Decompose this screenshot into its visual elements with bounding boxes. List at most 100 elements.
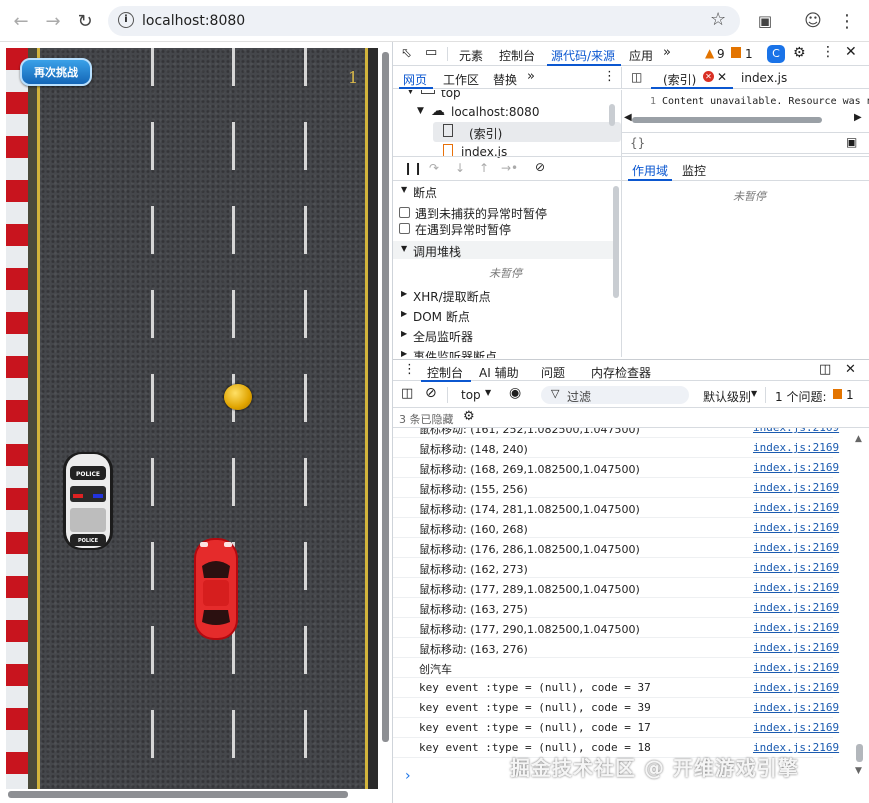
- step-icon[interactable]: →•: [501, 161, 518, 175]
- drawer-tab-issues[interactable]: 问题: [541, 364, 565, 381]
- chevron-down-icon[interactable]: ▼: [751, 389, 757, 398]
- pretty-print-icon[interactable]: {}: [630, 136, 645, 150]
- page-hscrollbar[interactable]: [8, 791, 348, 798]
- console-log-source-link[interactable]: index.js:2169: [753, 601, 839, 614]
- tab-page[interactable]: 网页: [403, 71, 427, 88]
- console-log-source-link[interactable]: index.js:2169: [753, 581, 839, 594]
- restart-button[interactable]: 再次挑战: [20, 58, 92, 86]
- console-log-source-link[interactable]: index.js:2169: [753, 661, 839, 674]
- drawer-tab-ai[interactable]: AI 辅助: [479, 364, 519, 381]
- page-scrollbar[interactable]: [382, 52, 389, 742]
- console-log-source-link[interactable]: index.js:2169: [753, 501, 839, 514]
- chevron-down-icon[interactable]: ▼: [485, 388, 491, 397]
- site-info-icon[interactable]: i: [118, 12, 134, 28]
- chevron-down-icon[interactable]: ▼: [417, 106, 424, 116]
- pause-caught-checkbox[interactable]: [399, 223, 410, 234]
- tree-index-file[interactable]: (索引): [469, 125, 502, 142]
- more-tabs-icon[interactable]: »: [527, 69, 535, 84]
- console-filter-input[interactable]: ▽ 过滤: [541, 386, 689, 404]
- console-log-source-link[interactable]: index.js:2169: [753, 721, 839, 734]
- tree-selected-row[interactable]: [433, 122, 621, 142]
- breakpoints-header[interactable]: ▼ 断点: [393, 182, 617, 200]
- forward-arrow-icon[interactable]: →: [40, 8, 66, 34]
- console-log-source-link[interactable]: index.js:2169: [753, 461, 839, 474]
- gear-icon[interactable]: ⚙: [793, 45, 806, 61]
- address-bar[interactable]: i localhost:8080 ☆: [108, 6, 740, 36]
- event-listener-breakpoints-header[interactable]: ▶ 事件监听器断点: [393, 346, 617, 358]
- toggle-navigator-icon[interactable]: ◫: [631, 70, 642, 84]
- reload-icon[interactable]: ↻: [72, 8, 98, 34]
- editor-hscrollbar[interactable]: [632, 117, 822, 123]
- eye-icon[interactable]: ◉: [509, 385, 521, 401]
- tab-application[interactable]: 应用: [629, 47, 653, 64]
- scroll-down-icon[interactable]: ▼: [855, 766, 862, 776]
- editor-tab-js[interactable]: index.js: [741, 71, 787, 85]
- chevron-down-icon[interactable]: ▼: [407, 90, 414, 96]
- log-levels-selector[interactable]: 默认级别: [703, 388, 751, 405]
- dom-breakpoints-header[interactable]: ▶ DOM 断点: [393, 306, 617, 324]
- console-log-source-link[interactable]: index.js:2169: [753, 561, 839, 574]
- scroll-left-icon[interactable]: ◀: [624, 112, 632, 123]
- tree-top[interactable]: top: [441, 90, 461, 100]
- kebab-menu-icon[interactable]: ⋮: [821, 44, 835, 60]
- step-out-icon[interactable]: ↑: [479, 161, 489, 175]
- profile-icon[interactable]: ☺: [800, 8, 826, 34]
- kebab-menu-icon[interactable]: ⋮: [834, 8, 860, 34]
- context-selector[interactable]: top: [461, 388, 481, 402]
- console-log-source-link[interactable]: index.js:2169: [753, 641, 839, 654]
- sidebar-toggle-icon[interactable]: ◫: [401, 386, 413, 401]
- kebab-menu-icon[interactable]: ⋮: [403, 362, 416, 377]
- tab-watch[interactable]: 监控: [682, 162, 706, 179]
- tab-sources[interactable]: 源代码/来源: [551, 47, 615, 64]
- device-toolbar-icon[interactable]: ▭: [425, 45, 437, 60]
- tab-elements[interactable]: 元素: [459, 47, 483, 64]
- kebab-menu-icon[interactable]: ⋮: [603, 69, 616, 84]
- editor-tab-index[interactable]: (索引): [663, 71, 696, 88]
- console-log-source-link[interactable]: index.js:2169: [753, 481, 839, 494]
- console-log-source-link[interactable]: index.js:2169: [753, 681, 839, 694]
- code-editor[interactable]: 1 Content unavailable. Resource was not …: [622, 90, 869, 130]
- dock-icon[interactable]: ◫: [819, 362, 831, 377]
- back-arrow-icon[interactable]: ←: [8, 8, 34, 34]
- console-log-source-link[interactable]: index.js:2169: [753, 521, 839, 534]
- game-canvas[interactable]: 再次挑战 1 POLICE POLICE: [6, 48, 378, 789]
- tab-workspace[interactable]: 工作区: [443, 71, 479, 88]
- callstack-header[interactable]: ▼ 调用堆栈: [393, 241, 617, 259]
- clear-console-icon[interactable]: ⊘: [425, 385, 437, 401]
- gear-icon[interactable]: ⚙: [463, 409, 475, 424]
- warning-icon[interactable]: ▲: [705, 46, 714, 60]
- xhr-breakpoints-header[interactable]: ▶ XHR/提取断点: [393, 286, 617, 304]
- console-scrollbar[interactable]: [856, 744, 863, 762]
- coverage-icon[interactable]: ▣: [846, 135, 857, 149]
- bookmark-star-icon[interactable]: ☆: [710, 9, 726, 30]
- tab-overrides[interactable]: 替换: [493, 71, 517, 88]
- console-log-source-link[interactable]: index.js:2169: [753, 541, 839, 554]
- tree-scrollbar[interactable]: [609, 104, 615, 126]
- scroll-right-icon[interactable]: ▶: [854, 112, 862, 123]
- console-log-source-link[interactable]: index.js:2169: [753, 428, 839, 434]
- issues-link[interactable]: 1 个问题:: [775, 388, 827, 405]
- drawer-tab-console[interactable]: 控制台: [427, 364, 463, 381]
- step-into-icon[interactable]: ↓: [455, 161, 465, 175]
- tab-scope[interactable]: 作用域: [632, 162, 668, 179]
- issue-icon[interactable]: [731, 47, 741, 58]
- close-drawer-icon[interactable]: ✕: [845, 362, 856, 377]
- scroll-up-icon[interactable]: ▲: [855, 434, 862, 444]
- tab-console[interactable]: 控制台: [499, 47, 535, 64]
- deactivate-breakpoints-icon[interactable]: ⊘: [535, 160, 545, 174]
- ai-assist-icon[interactable]: C: [767, 45, 785, 63]
- sidebar-scrollbar[interactable]: [613, 186, 619, 298]
- pause-icon[interactable]: ❙❙: [403, 161, 423, 175]
- close-tab-icon[interactable]: ✕: [717, 70, 727, 84]
- cast-icon[interactable]: ▣: [752, 8, 778, 34]
- inspect-element-icon[interactable]: ⬁: [401, 46, 412, 61]
- console-log-source-link[interactable]: index.js:2169: [753, 621, 839, 634]
- step-over-icon[interactable]: ↷: [429, 161, 439, 175]
- drawer-tab-memory[interactable]: 内存检查器: [591, 364, 651, 381]
- global-listeners-header[interactable]: ▶ 全局监听器: [393, 326, 617, 344]
- close-icon[interactable]: ✕: [845, 44, 857, 60]
- more-tabs-icon[interactable]: »: [663, 45, 671, 60]
- pause-uncaught-checkbox[interactable]: [399, 207, 410, 218]
- console-log-source-link[interactable]: index.js:2169: [753, 701, 839, 714]
- tree-host[interactable]: localhost:8080: [451, 105, 539, 119]
